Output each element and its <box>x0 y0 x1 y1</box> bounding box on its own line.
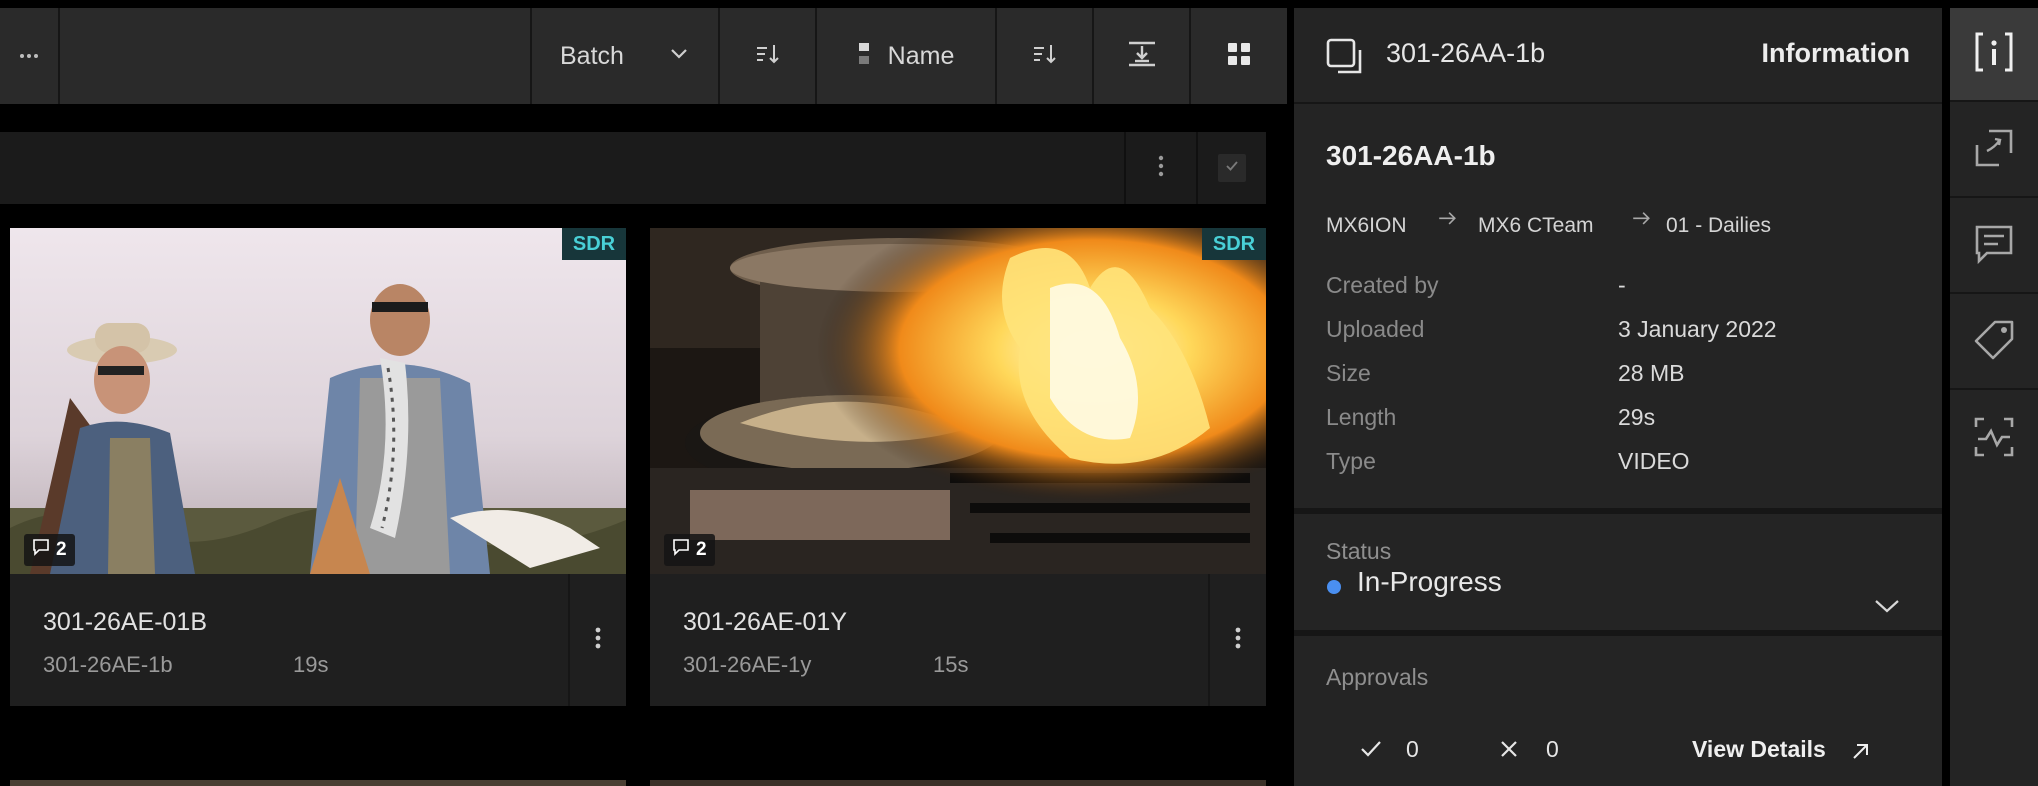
information-panel: 301-26AA-1b Information 301-26AA-1b MX6I… <box>1294 8 1942 786</box>
property-label: Created by <box>1326 272 1439 298</box>
asset-card-meta: 301-26AE-01B 301-26AE-1b 19s <box>10 574 626 706</box>
property-value: VIDEO <box>1618 448 1690 474</box>
sdr-badge: SDR <box>1202 228 1266 260</box>
approved-count: 0 <box>1406 736 1419 762</box>
breadcrumb-item[interactable]: 01 - Dailies <box>1666 214 1771 238</box>
asset-more-button[interactable] <box>568 574 626 706</box>
grid-icon <box>1227 42 1251 71</box>
arrow-right-icon <box>1632 210 1650 234</box>
sort-direction-button[interactable] <box>995 8 1092 104</box>
more-icon[interactable] <box>0 8 58 104</box>
chevron-down-icon <box>1874 598 1900 619</box>
property-label: Length <box>1326 404 1397 430</box>
asset-card[interactable]: SDR 2 301-26AE-01Y 301-26AE-1y 15s <box>650 228 1266 706</box>
comment-count-badge[interactable]: 2 <box>664 534 715 566</box>
group-header-bar <box>0 132 1266 204</box>
property-label: Size <box>1326 360 1371 386</box>
sort-field-dropdown[interactable]: Name <box>815 8 995 104</box>
toolbar: Batch Name <box>0 8 1287 104</box>
divider <box>1294 630 1942 636</box>
property-value: - <box>1618 272 1626 298</box>
analysis-icon <box>1972 415 2016 464</box>
sort-field-icon <box>858 42 870 71</box>
sdr-badge: SDR <box>562 228 626 260</box>
close-icon <box>1500 740 1518 763</box>
asset-duration: 15s <box>933 652 969 677</box>
video-thumbnail-image <box>650 228 1266 574</box>
property-value: 29s <box>1618 404 1656 430</box>
property-value: 3 January 2022 <box>1618 316 1777 342</box>
rejected-count: 0 <box>1546 736 1559 762</box>
property-label: Uploaded <box>1326 316 1425 342</box>
asset-filename: 301-26AE-1y <box>683 652 812 677</box>
arrow-right-icon <box>1438 210 1456 234</box>
grid-view-button[interactable] <box>1189 8 1287 104</box>
rail-analysis-button[interactable] <box>1950 392 2038 486</box>
asset-filename: 301-26AE-1b <box>43 652 173 677</box>
asset-card-meta: 301-26AE-01Y 301-26AE-1y 15s <box>650 574 1266 706</box>
more-vertical-icon <box>595 627 601 654</box>
check-icon <box>1225 159 1239 177</box>
sort-direction-icon <box>755 42 781 71</box>
view-details-link[interactable]: View Details <box>1692 736 1826 763</box>
comment-count: 2 <box>696 539 707 560</box>
asset-thumbnail[interactable]: SDR 2 <box>10 228 626 574</box>
asset-card[interactable]: SDR 2 301-26AE-01B 301-26AE-1b 19s <box>10 228 626 706</box>
more-vertical-icon <box>1235 627 1241 654</box>
asset-title: 301-26AE-01B <box>43 608 208 636</box>
group-by-label: Batch <box>560 41 624 70</box>
comments-icon <box>1973 223 2015 270</box>
more-vertical-icon <box>1158 155 1164 182</box>
rail-comments-button[interactable] <box>1950 200 2038 294</box>
breadcrumb-item[interactable]: MX6ION <box>1326 214 1407 238</box>
select-all-checkbox[interactable] <box>1218 154 1246 182</box>
next-row-thumbnail <box>10 780 626 786</box>
comment-count-badge[interactable]: 2 <box>24 534 75 566</box>
group-sort-direction-button[interactable] <box>718 8 815 104</box>
tag-icon <box>1973 319 2015 366</box>
sort-direction-icon <box>1032 42 1058 71</box>
panel-header-tab: Information <box>1761 38 1911 68</box>
asset-icon <box>1326 38 1364 81</box>
info-icon <box>1973 31 2015 78</box>
status-dropdown[interactable]: Status In-Progress <box>1294 514 1942 630</box>
approvals-label: Approvals <box>1326 664 1429 690</box>
group-more-button[interactable] <box>1126 132 1196 204</box>
breadcrumb-item[interactable]: MX6 CTeam <box>1478 214 1594 238</box>
check-icon <box>1360 740 1382 763</box>
video-thumbnail-image <box>10 228 626 574</box>
status-indicator <box>1327 580 1341 594</box>
divider <box>1196 132 1198 204</box>
collapse-rows-button[interactable] <box>1092 8 1189 104</box>
status-value: In-Progress <box>1357 566 1502 597</box>
collapse-icon <box>1127 40 1157 73</box>
comment-icon <box>672 538 690 562</box>
external-arrow-icon <box>1852 742 1870 765</box>
asset-title: 301-26AE-01Y <box>683 608 848 636</box>
status-label: Status <box>1326 538 1392 564</box>
rail-information-button[interactable] <box>1950 8 2038 102</box>
toolbar-spacer <box>58 8 530 104</box>
asset-duration: 19s <box>293 652 329 677</box>
panel-header-title: 301-26AA-1b <box>1386 38 1546 68</box>
comment-icon <box>32 538 50 562</box>
property-value: 28 MB <box>1618 360 1685 386</box>
sort-field-label: Name <box>887 41 955 70</box>
asset-more-button[interactable] <box>1208 574 1266 706</box>
rail-tags-button[interactable] <box>1950 296 2038 390</box>
comment-count: 2 <box>56 539 67 560</box>
group-by-dropdown[interactable]: Batch <box>530 8 718 104</box>
rail-versions-button[interactable] <box>1950 104 2038 198</box>
next-row-thumbnail <box>650 780 1266 786</box>
chevron-down-icon <box>670 47 688 65</box>
panel-header: 301-26AA-1b Information <box>1294 8 1942 104</box>
property-label: Type <box>1326 448 1376 474</box>
asset-name: 301-26AA-1b <box>1326 140 1496 171</box>
panel-rail <box>1950 8 2038 786</box>
versions-icon <box>1973 127 2015 174</box>
asset-thumbnail[interactable]: SDR 2 <box>650 228 1266 574</box>
